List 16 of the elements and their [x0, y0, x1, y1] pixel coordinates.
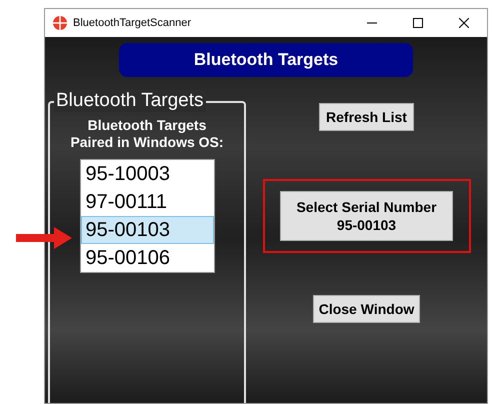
maximize-icon	[413, 18, 423, 28]
window-title: BluetoothTargetScanner	[73, 16, 192, 31]
pointer-arrow-icon	[16, 227, 72, 249]
banner-title: Bluetooth Targets	[194, 49, 338, 72]
list-caption: Bluetooth Targets Paired in Windows OS:	[70, 117, 224, 151]
serial-list-item[interactable]: 97-00111	[80, 188, 214, 216]
crosshair-logo-icon	[53, 16, 67, 30]
serial-list-item[interactable]: 95-00103	[80, 216, 214, 244]
refresh-list-button[interactable]: Refresh List	[319, 103, 414, 131]
minimize-icon	[367, 22, 377, 24]
close-window-button[interactable]: Close Window	[312, 295, 420, 323]
group-legend: Bluetooth Targets	[54, 90, 206, 112]
serial-list-item[interactable]: 95-10003	[80, 160, 214, 188]
serial-list-item[interactable]: 95-00106	[80, 244, 214, 272]
select-serial-button[interactable]: Select Serial Number 95-00103	[280, 191, 453, 241]
close-icon	[459, 18, 469, 28]
